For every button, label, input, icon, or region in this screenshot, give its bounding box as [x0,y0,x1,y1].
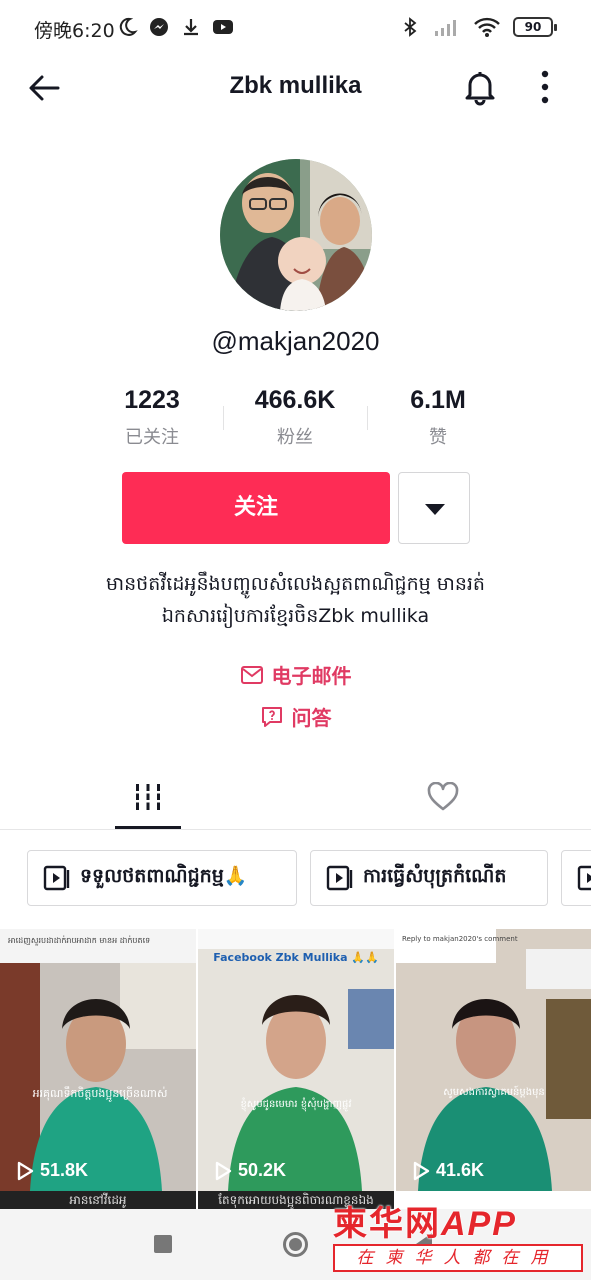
play-icon [215,1161,232,1180]
tab-videos[interactable] [0,762,295,830]
bluetooth-icon [404,17,417,37]
playlist-icon [577,865,591,891]
moon-icon [119,17,138,36]
play-icon [17,1161,34,1180]
svg-text:Facebook Zbk Mullika 🙏🙏: Facebook Zbk Mullika 🙏🙏 [213,951,378,964]
svg-text:អាដេញសួរបដាដាក់រាបអាដាក មានអ ដ: អាដេញសួរបដាដាក់រាបអាដាក មានអ ដាក់បតទេ [8,935,150,946]
tab-liked[interactable] [296,762,591,830]
stat-likes[interactable]: 6.1M 赞 [363,386,513,449]
view-count: 51.8K [16,1160,88,1181]
video-thumbnail[interactable]: អរគុណទឹកចិត្តបងប្អូនច្រើនណាស់ អាដេញសួរបដ… [0,929,196,1191]
video-caption-top: អាដេញសួរបដាដាក់រាបអាដាក មានអ ដាក់បតទេ [8,935,150,946]
playlist-row: ទទួលថតពាណិជ្ជកម្ម🙏 ការធ្វើសំបុត្រកំណើត [0,830,591,922]
playlist-chip[interactable] [561,850,591,906]
bio-line: ឯកសាររៀបការខ្មែរចិនZbk mullika [161,605,430,627]
svg-text:ខ្ញុំសូមជូនមេមារ ខ្ញុំសុំបង្ហា: ខ្ញុំសូមជូនមេមារ ខ្ញុំសុំបង្ហាញផ្លូវ [240,1097,351,1112]
view-count: 41.6K [412,1160,484,1181]
playlist-label: ទទួលថតពាណិជ្ជកម្ម🙏 [80,865,248,887]
view-count-value: 41.6K [436,1160,485,1180]
avatar-photo [220,159,372,311]
video-caption: អរគុណទឹកចិត្តបងប្អូនច្រើនណាស់ [33,1086,168,1102]
chevron-down-icon [425,504,445,515]
download-icon [184,19,198,36]
video-strip: អាននៅវីដេអូ [0,1191,196,1209]
stat-followers-value: 466.6K [254,386,336,414]
bio: មានថតវីដេអូនឹងបញ្ចូលសំលេងស្អតពាណិជ្ជកម្ម… [40,568,551,632]
watermark-tagline: 在柬华人都在用 [333,1244,583,1272]
svg-text:អរគុណទឹកចិត្តបងប្អូនច្រើនណាស់: អរគុណទឹកចិត្តបងប្អូនច្រើនណាស់ [33,1086,168,1102]
watermark-main: 柬华网 [333,1204,441,1244]
recents-button[interactable] [154,1235,172,1253]
video-thumbnail[interactable]: Facebook Zbk Mullika 🙏🙏 ខ្ញុំសូមជូនមេមារ… [198,929,394,1191]
stat-followers-label: 粉丝 [277,427,313,448]
video-frame: Facebook Zbk Mullika 🙏🙏 ខ្ញុំសូមជូនមេមារ… [198,929,394,1191]
suggested-accounts-button[interactable] [398,472,470,544]
video-frame: អរគុណទឹកចិត្តបងប្អូនច្រើនណាស់ អាដេញសួរបដ… [0,929,196,1191]
username: @makjan2020 [211,326,380,356]
playlist-icon [43,865,70,891]
mail-icon [240,665,263,684]
status-notifications [116,16,234,38]
heart-icon [427,782,459,811]
playlist-icon [326,865,353,891]
stat-likes-value: 6.1M [410,386,466,414]
stat-following-value: 1223 [124,386,180,414]
follow-button[interactable]: 关注 [122,472,390,544]
stat-likes-label: 赞 [429,427,447,448]
more-vert-icon[interactable] [531,68,559,106]
home-button[interactable] [283,1232,308,1257]
stat-following-label: 已关注 [125,427,179,448]
bio-line: មានថតវីដេអូនឹងបញ្ចូលសំលេងស្អតពាណិជ្ជកម្ម… [106,573,485,595]
messenger-icon [150,18,168,36]
video-caption: ខ្ញុំសូមជូនមេមារ ខ្ញុំសុំបង្ហាញផ្លូវ [240,1097,351,1112]
video-thumbnail[interactable]: Reply to makjan2020's comment សូមសងការស្… [396,929,591,1191]
qa-link[interactable]: 问答 [0,702,591,733]
playlist-chip[interactable]: ទទួលថតពាណិជ្ជកម្ម🙏 [27,850,297,906]
page-title: Zbk mullika [229,72,362,99]
avatar[interactable] [220,159,372,311]
playlist-chip[interactable]: ការធ្វើសំបុត្រកំណើត [310,850,548,906]
watermark: 柬华网APP 在柬华人都在用 [333,1196,583,1276]
stat-followers[interactable]: 466.6K 粉丝 [220,386,370,449]
grid-icon [133,784,163,810]
bell-icon[interactable] [462,68,498,106]
status-system: 90 [399,16,557,38]
watermark-app: APP [441,1205,517,1243]
content-tabs [0,762,591,830]
tab-indicator [115,826,181,829]
qa-label: 问答 [291,706,332,730]
signal-icon [435,20,456,36]
email-label: 电子邮件 [271,664,352,688]
playlist-label: ការធ្វើសំបុត្រកំណើត [363,865,507,887]
stat-following[interactable]: 1223 已关注 [77,386,227,449]
battery-indicator: 90 [513,17,557,37]
svg-text:សូមសងការស្វាគមន៍ម្តងមុន: សូមសងការស្វាគមន៍ម្តងមុន [443,1085,545,1099]
video-caption: សូមសងការស្វាគមន៍ម្តងមុន [443,1085,545,1099]
view-count: 50.2K [214,1160,286,1181]
view-count-value: 50.2K [238,1160,287,1180]
status-time: 傍晚6:20 [34,20,115,42]
video-frame: Reply to makjan2020's comment សូមសងការស្… [396,929,591,1191]
view-count-value: 51.8K [40,1160,89,1180]
qa-icon [261,706,282,727]
watermark-logo: 柬华网APP [333,1196,517,1245]
email-link[interactable]: 电子邮件 [0,660,591,691]
status-bar: 傍晚6:20 90 [0,0,591,56]
video-caption-top: Reply to makjan2020's comment [402,935,518,943]
play-icon [413,1161,430,1180]
svg-text:Reply to makjan2020's comment: Reply to makjan2020's comment [402,935,518,943]
wifi-icon [474,17,500,37]
youtube-icon [213,20,233,34]
top-bar: Zbk mullika [0,56,591,120]
video-caption-top: Facebook Zbk Mullika 🙏🙏 [213,951,378,964]
